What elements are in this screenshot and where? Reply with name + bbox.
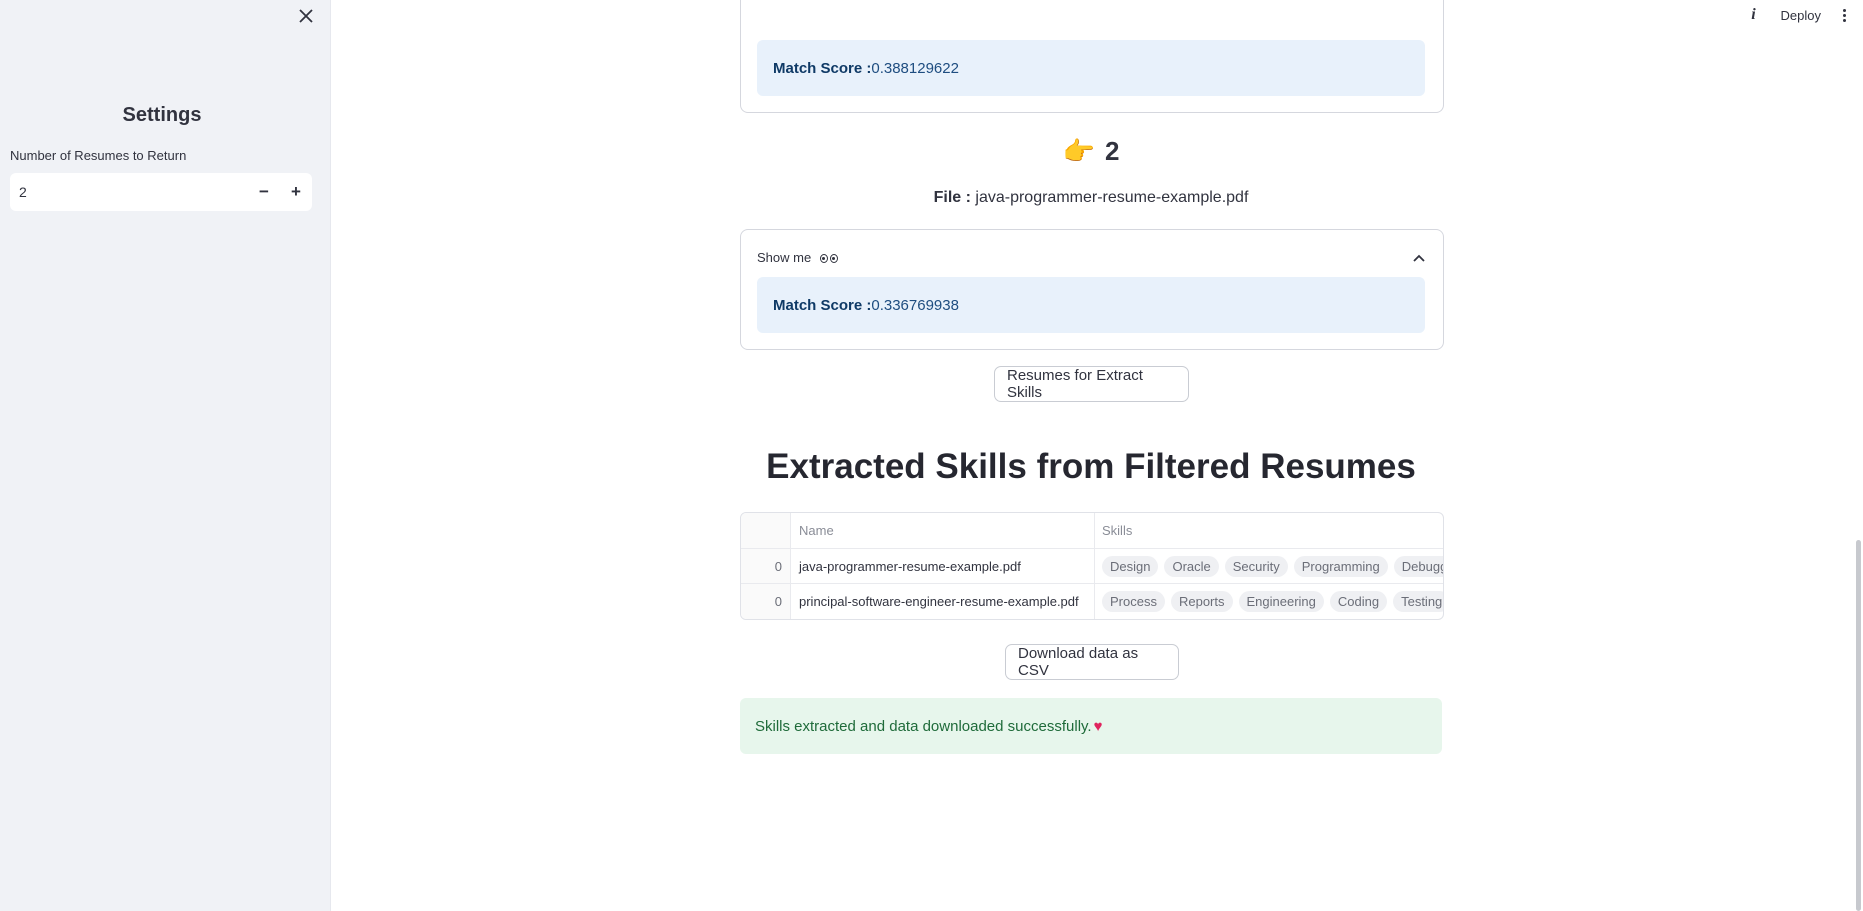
table-row[interactable]: 0 principal-software-engineer-resume-exa… xyxy=(741,584,1443,619)
table-row[interactable]: 0 java-programmer-resume-example.pdf Des… xyxy=(741,549,1443,584)
skill-pill: Security xyxy=(1224,555,1288,577)
result-1-expander: Match Score : 0.388129622 xyxy=(740,0,1444,113)
section-title: Extracted Skills from Filtered Resumes xyxy=(766,447,1416,486)
row-skills[interactable]: Design Oracle Security Programming Debug… xyxy=(1095,549,1443,583)
row-name[interactable]: principal-software-engineer-resume-examp… xyxy=(791,584,1095,619)
increment-button[interactable]: + xyxy=(280,173,312,211)
match-score-label: Match Score : xyxy=(773,59,872,77)
match-score-box: Match Score : 0.388129622 xyxy=(757,40,1425,96)
extract-skills-button[interactable]: Resumes for Extract Skills xyxy=(994,366,1189,402)
table-header-row: Name Skills xyxy=(741,513,1443,549)
download-csv-button[interactable]: Download data as CSV xyxy=(1005,644,1179,680)
skill-pill: Testing xyxy=(1393,591,1443,612)
column-header-index[interactable] xyxy=(741,513,791,548)
resume-count-label: Number of Resumes to Return xyxy=(10,148,187,163)
file-label: File : xyxy=(933,189,971,206)
match-score-value: 0.388129622 xyxy=(871,59,959,77)
result-2-heading: 👉 2 xyxy=(740,136,1442,167)
expander-toggle[interactable]: Show me xyxy=(757,246,1425,268)
skill-pill: Design xyxy=(1102,555,1159,577)
sidebar-title: Settings xyxy=(122,104,202,126)
skill-pill: Reports xyxy=(1170,591,1233,612)
resume-count-input[interactable]: 2 − + xyxy=(10,173,312,211)
skill-pill: Engineering xyxy=(1238,591,1324,612)
row-index: 0 xyxy=(741,549,791,583)
chevron-up-icon[interactable] xyxy=(1413,250,1425,265)
more-menu-icon[interactable] xyxy=(1833,8,1855,22)
decrement-button[interactable]: − xyxy=(248,173,280,211)
row-name[interactable]: java-programmer-resume-example.pdf xyxy=(791,549,1095,583)
page-scrollbar[interactable] xyxy=(1855,0,1863,911)
eyes-icon xyxy=(819,253,838,263)
column-header-name[interactable]: Name xyxy=(791,513,1095,548)
result-2-expander: Show me Match Score : 0.336769938 xyxy=(740,229,1444,350)
deploy-button[interactable]: Deploy xyxy=(1769,8,1833,23)
skills-table[interactable]: Name Skills 0 java-programmer-resume-exa… xyxy=(740,512,1444,620)
column-header-skills[interactable]: Skills xyxy=(1095,513,1443,548)
resume-count-value[interactable]: 2 xyxy=(10,184,248,200)
row-index: 0 xyxy=(741,584,791,619)
match-score-label: Match Score : xyxy=(773,296,872,314)
scrollbar-thumb[interactable] xyxy=(1856,540,1861,911)
sidebar: Settings Number of Resumes to Return 2 −… xyxy=(0,0,331,911)
success-alert: Skills extracted and data downloaded suc… xyxy=(740,698,1442,754)
heart-icon: ♥ xyxy=(1093,717,1103,735)
pointing-hand-icon: 👉 xyxy=(1062,136,1095,166)
match-score-box: Match Score : 0.336769938 xyxy=(757,277,1425,333)
app-toolbar: i Deploy xyxy=(1739,0,1855,30)
skill-pill: Debugg xyxy=(1393,555,1443,577)
expander-label: Show me xyxy=(757,249,812,265)
row-skills[interactable]: Process Reports Engineering Coding Testi… xyxy=(1095,584,1443,619)
result-rank: 2 xyxy=(1104,136,1120,166)
skill-pill: Coding xyxy=(1329,591,1388,612)
result-file-line: File : java-programmer-resume-example.pd… xyxy=(740,189,1442,207)
match-score-value: 0.336769938 xyxy=(871,296,959,314)
skill-pill: Oracle xyxy=(1164,555,1219,577)
skill-pill: Process xyxy=(1102,591,1165,612)
file-name: java-programmer-resume-example.pdf xyxy=(970,189,1249,206)
success-message: Skills extracted and data downloaded suc… xyxy=(755,717,1092,735)
close-sidebar-icon[interactable] xyxy=(296,6,316,26)
info-icon[interactable]: i xyxy=(1739,6,1769,24)
skill-pill: Programming xyxy=(1293,555,1388,577)
